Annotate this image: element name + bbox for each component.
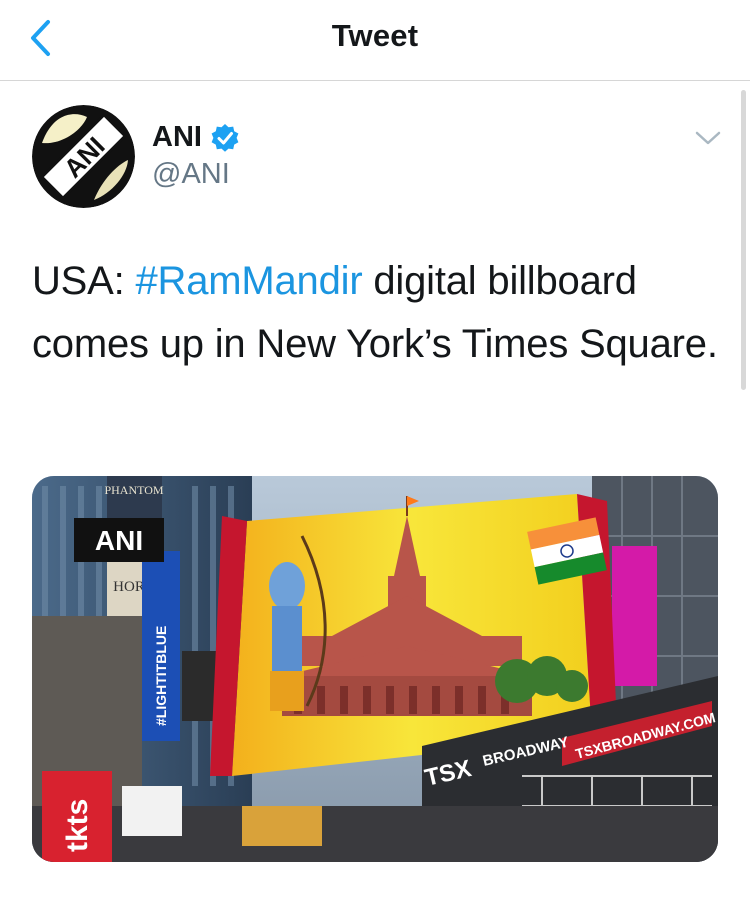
hashtag-link[interactable]: #RamMandir: [135, 259, 362, 303]
ani-logo-icon: ANI: [32, 105, 135, 208]
tkts-sign-text: tkts: [61, 799, 94, 852]
times-square-billboard-photo: PHANTOM HORR #LIGHTITBLUE TSXBROADWAY.CO…: [32, 476, 718, 862]
author-name-row[interactable]: ANI: [152, 121, 240, 154]
author-handle[interactable]: @ANI: [152, 158, 230, 191]
lightitblue-sign-text: #LIGHTITBLUE: [153, 626, 169, 726]
ani-watermark: ANI: [95, 525, 143, 556]
scroll-indicator: [741, 90, 746, 390]
avatar[interactable]: ANI: [32, 105, 135, 208]
top-nav-bar: Tweet: [0, 0, 750, 81]
tweet-text-prefix: USA:: [32, 259, 136, 303]
author-name[interactable]: ANI: [152, 121, 202, 154]
page-title: Tweet: [331, 18, 419, 53]
tweet-options-button[interactable]: [690, 123, 726, 153]
tweet-media-image[interactable]: PHANTOM HORR #LIGHTITBLUE TSXBROADWAY.CO…: [32, 476, 718, 862]
chevron-down-icon: [695, 131, 721, 145]
verified-badge-icon: [211, 123, 239, 152]
tweet-text: USA: #RamMandir digital billboard comes …: [32, 250, 722, 376]
phantom-sign-text: PHANTOM: [104, 483, 163, 497]
